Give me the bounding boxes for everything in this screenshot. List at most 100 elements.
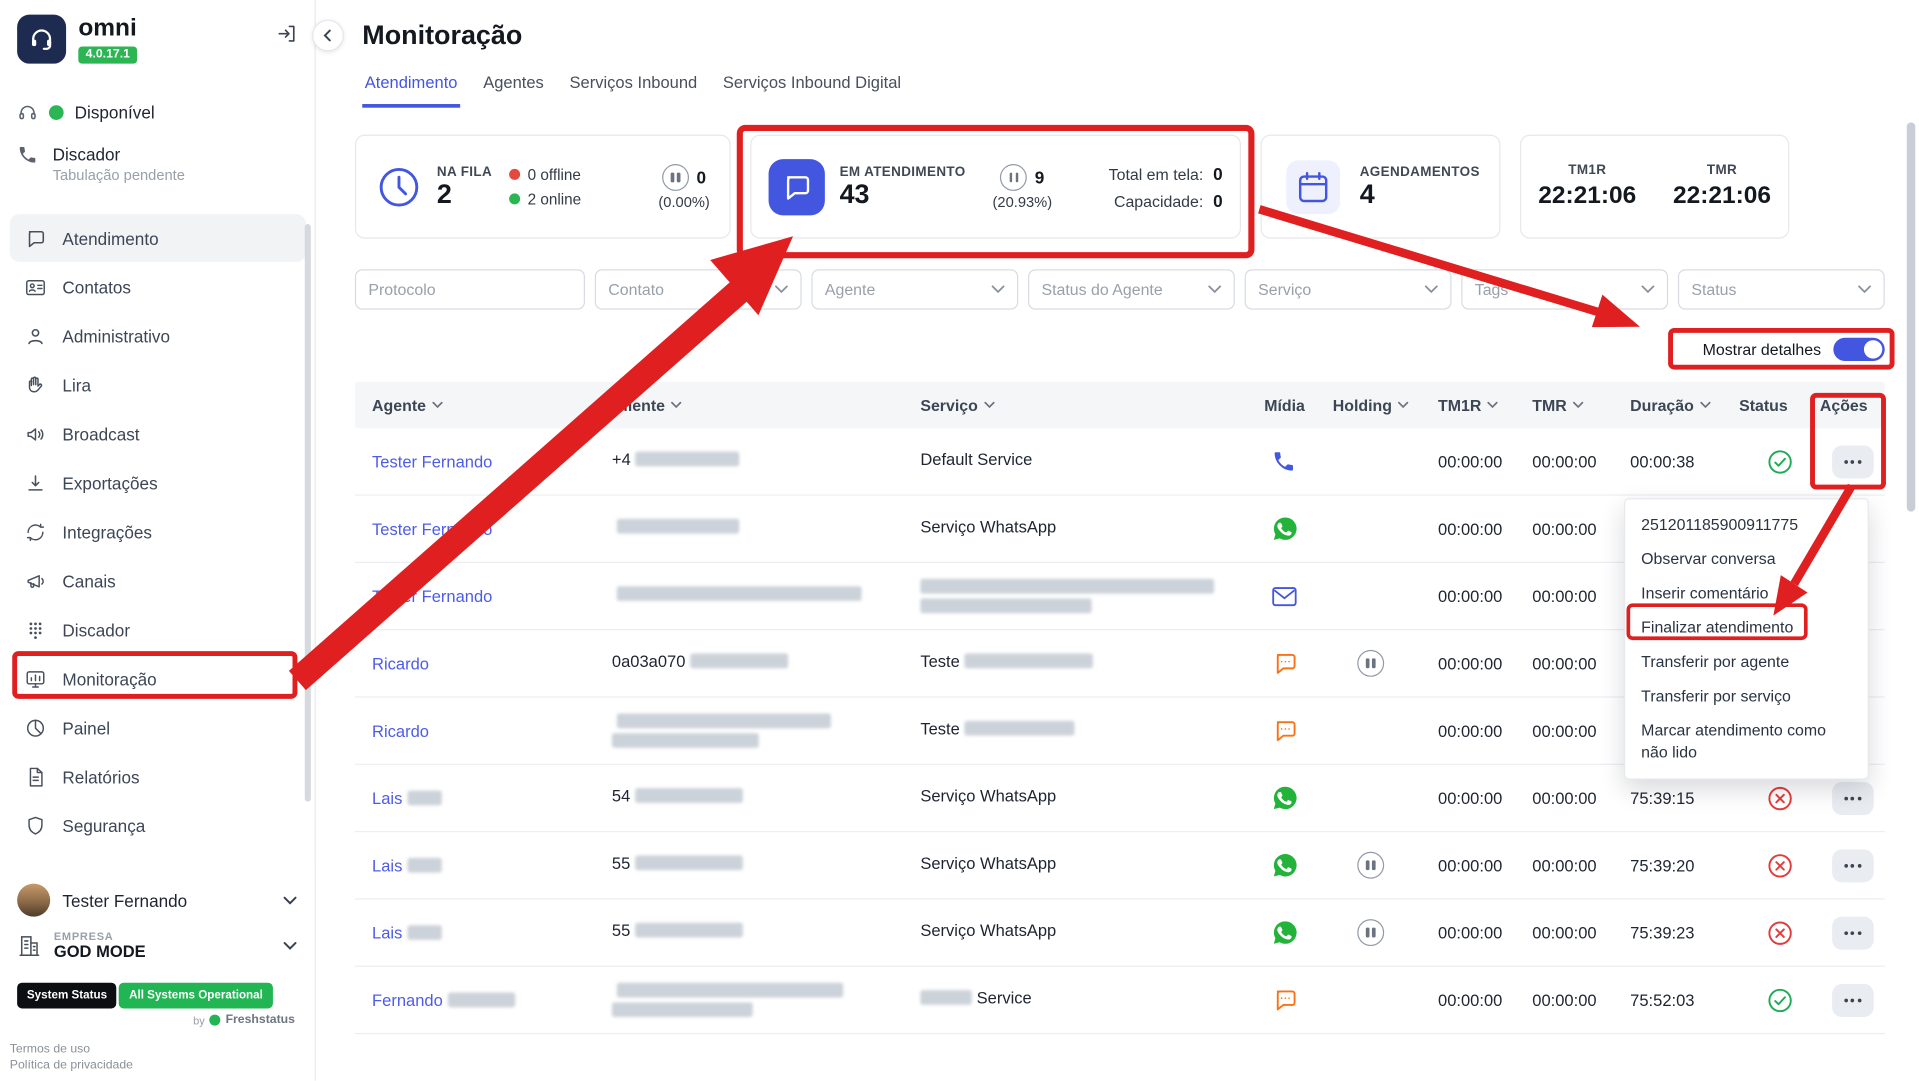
logout-button[interactable] — [275, 22, 298, 45]
sidebar-item-exportacoes[interactable]: Exportações — [10, 459, 306, 507]
version-badge: 4.0.17.1 — [78, 47, 137, 64]
tab[interactable]: Atendimento — [362, 73, 460, 107]
collapse-sidebar-button[interactable] — [312, 20, 344, 52]
terms-link[interactable]: Termos de uso — [10, 1041, 315, 1057]
contact-filter-select[interactable]: Contato — [595, 269, 802, 309]
column-header[interactable]: Agente — [372, 396, 612, 414]
column-header[interactable]: Ações — [1820, 396, 1885, 414]
context-menu-item[interactable]: 251201185900911775 — [1625, 508, 1867, 542]
row-actions-button[interactable] — [1831, 781, 1873, 814]
agent-name-link[interactable]: Tester Fernando — [372, 518, 492, 539]
sidebar-item-canais[interactable]: Canais — [10, 557, 306, 605]
pause-icon — [1000, 163, 1027, 190]
agent-name-link[interactable]: Ricardo — [372, 720, 429, 741]
main-scrollbar[interactable] — [1907, 122, 1916, 511]
context-menu-item[interactable]: Transferir por serviço — [1625, 679, 1867, 713]
row-actions-button[interactable] — [1831, 445, 1873, 478]
column-header[interactable]: Duração — [1630, 396, 1739, 414]
agent-name-link[interactable]: Lais — [372, 922, 402, 943]
sidebar-item-broadcast[interactable]: Broadcast — [10, 410, 306, 458]
sidebar-item-contatos[interactable]: Contatos — [10, 263, 306, 311]
status-filter-select[interactable]: Status — [1678, 269, 1885, 309]
service-text: Default Service — [920, 449, 1032, 470]
chevron-down-icon — [991, 285, 1004, 294]
powered-by-label: by — [193, 1014, 205, 1026]
agent-name-link[interactable]: Fernando — [372, 989, 443, 1010]
context-menu-item[interactable]: Observar conversa — [1625, 542, 1867, 576]
protocol-input[interactable] — [368, 280, 571, 298]
chat-icon — [1272, 986, 1299, 1013]
sidebar-item-relatorios[interactable]: Relatórios — [10, 753, 306, 801]
column-header-label: TM1R — [1438, 396, 1481, 414]
row-actions-button[interactable] — [1831, 916, 1873, 949]
contact-filter-label: Contato — [608, 280, 774, 298]
column-header[interactable]: Holding — [1333, 396, 1438, 414]
tags-filter-select[interactable]: Tags — [1461, 269, 1668, 309]
context-menu-item[interactable]: Finalizar atendimento — [1625, 611, 1867, 645]
column-header-label: TMR — [1532, 396, 1566, 414]
sidebar-scrollbar[interactable] — [305, 224, 311, 802]
agent-name-link[interactable]: Lais — [372, 788, 402, 809]
system-status-value-badge[interactable]: All Systems Operational — [119, 983, 272, 1009]
column-header[interactable]: TM1R — [1438, 396, 1532, 414]
column-header[interactable]: Cliente — [612, 396, 920, 414]
holding-cell — [1333, 852, 1438, 879]
pause-icon — [1357, 650, 1384, 677]
tab[interactable]: Serviços Inbound Digital — [720, 73, 903, 107]
tm1r-cell: 00:00:00 — [1438, 923, 1532, 941]
sidebar-item-monitoracao[interactable]: Monitoração — [10, 655, 306, 703]
tmr-cell: 00:00:00 — [1532, 587, 1630, 605]
sidebar-item-integracoes[interactable]: Integrações — [10, 508, 306, 556]
system-status-badge[interactable]: System Status — [17, 983, 117, 1009]
privacy-link[interactable]: Política de privacidade — [10, 1057, 315, 1073]
service-filter-select[interactable]: Serviço — [1245, 269, 1452, 309]
column-header[interactable]: Serviço — [920, 396, 1264, 414]
column-header[interactable]: Status — [1739, 396, 1820, 414]
column-header-label: Holding — [1333, 396, 1392, 414]
status-error-icon — [1767, 785, 1793, 811]
tmr-cell: 00:00:00 — [1532, 923, 1630, 941]
agent-name-link[interactable]: Tester Fernando — [372, 451, 492, 472]
sidebar-item-discador[interactable]: Discador — [10, 606, 306, 654]
client-cell: +4 — [612, 449, 920, 475]
show-details-toggle[interactable] — [1833, 337, 1884, 360]
sidebar-item-administrativo[interactable]: Administrativo — [10, 312, 306, 360]
agent-availability[interactable]: Disponível — [17, 98, 155, 127]
tm1r-cell: 00:00:00 — [1438, 520, 1532, 538]
sidebar-item-label: Lira — [62, 375, 91, 395]
sidebar-item-lira[interactable]: Lira — [10, 361, 306, 409]
row-actions-button[interactable] — [1831, 983, 1873, 1016]
sidebar-item-atendimento[interactable]: Atendimento — [10, 214, 306, 262]
agent-cell: Lais — [372, 855, 612, 876]
column-header[interactable]: Mídia — [1264, 396, 1333, 414]
agent-filter-select[interactable]: Agente — [811, 269, 1018, 309]
stats-card-in-service: EM ATENDIMENTO 43 9 (20.93%) Total em te… — [750, 135, 1241, 239]
agent-name-link[interactable]: Tester Fernando — [372, 586, 492, 607]
context-menu-item[interactable]: Marcar atendimento como não lido — [1625, 714, 1867, 770]
whatsapp-icon — [1272, 919, 1299, 946]
context-menu-item[interactable]: Inserir comentário — [1625, 576, 1867, 610]
redacted-text — [407, 791, 441, 806]
user-menu[interactable]: Tester Fernando — [0, 878, 315, 923]
client-cell — [612, 714, 920, 748]
agent-status-filter-select[interactable]: Status do Agente — [1028, 269, 1235, 309]
sort-chevron-icon — [984, 401, 995, 408]
sidebar-item-seguranca[interactable]: Segurança — [10, 802, 306, 850]
sidebar-item-painel[interactable]: Painel — [10, 704, 306, 752]
column-header[interactable]: TMR — [1532, 396, 1630, 414]
tab[interactable]: Agentes — [481, 73, 547, 107]
dialer-pending-widget[interactable]: Discador Tabulação pendente — [17, 144, 185, 184]
context-menu-item[interactable]: Transferir por agente — [1625, 645, 1867, 679]
status-ok-icon — [1767, 449, 1793, 475]
tab[interactable]: Serviços Inbound — [567, 73, 700, 107]
service-cell: Teste — [920, 718, 1264, 744]
document-icon — [24, 766, 46, 788]
company-menu[interactable]: EMPRESA GOD MODE — [0, 923, 315, 968]
agent-name-link[interactable]: Ricardo — [372, 653, 429, 674]
duration-cell: 75:39:23 — [1630, 923, 1739, 941]
agent-name-link[interactable]: Lais — [372, 855, 402, 876]
media-cell — [1264, 586, 1333, 607]
service-text: Serviço WhatsApp — [920, 852, 1056, 873]
row-actions-button[interactable] — [1831, 849, 1873, 882]
shield-icon — [24, 814, 46, 836]
